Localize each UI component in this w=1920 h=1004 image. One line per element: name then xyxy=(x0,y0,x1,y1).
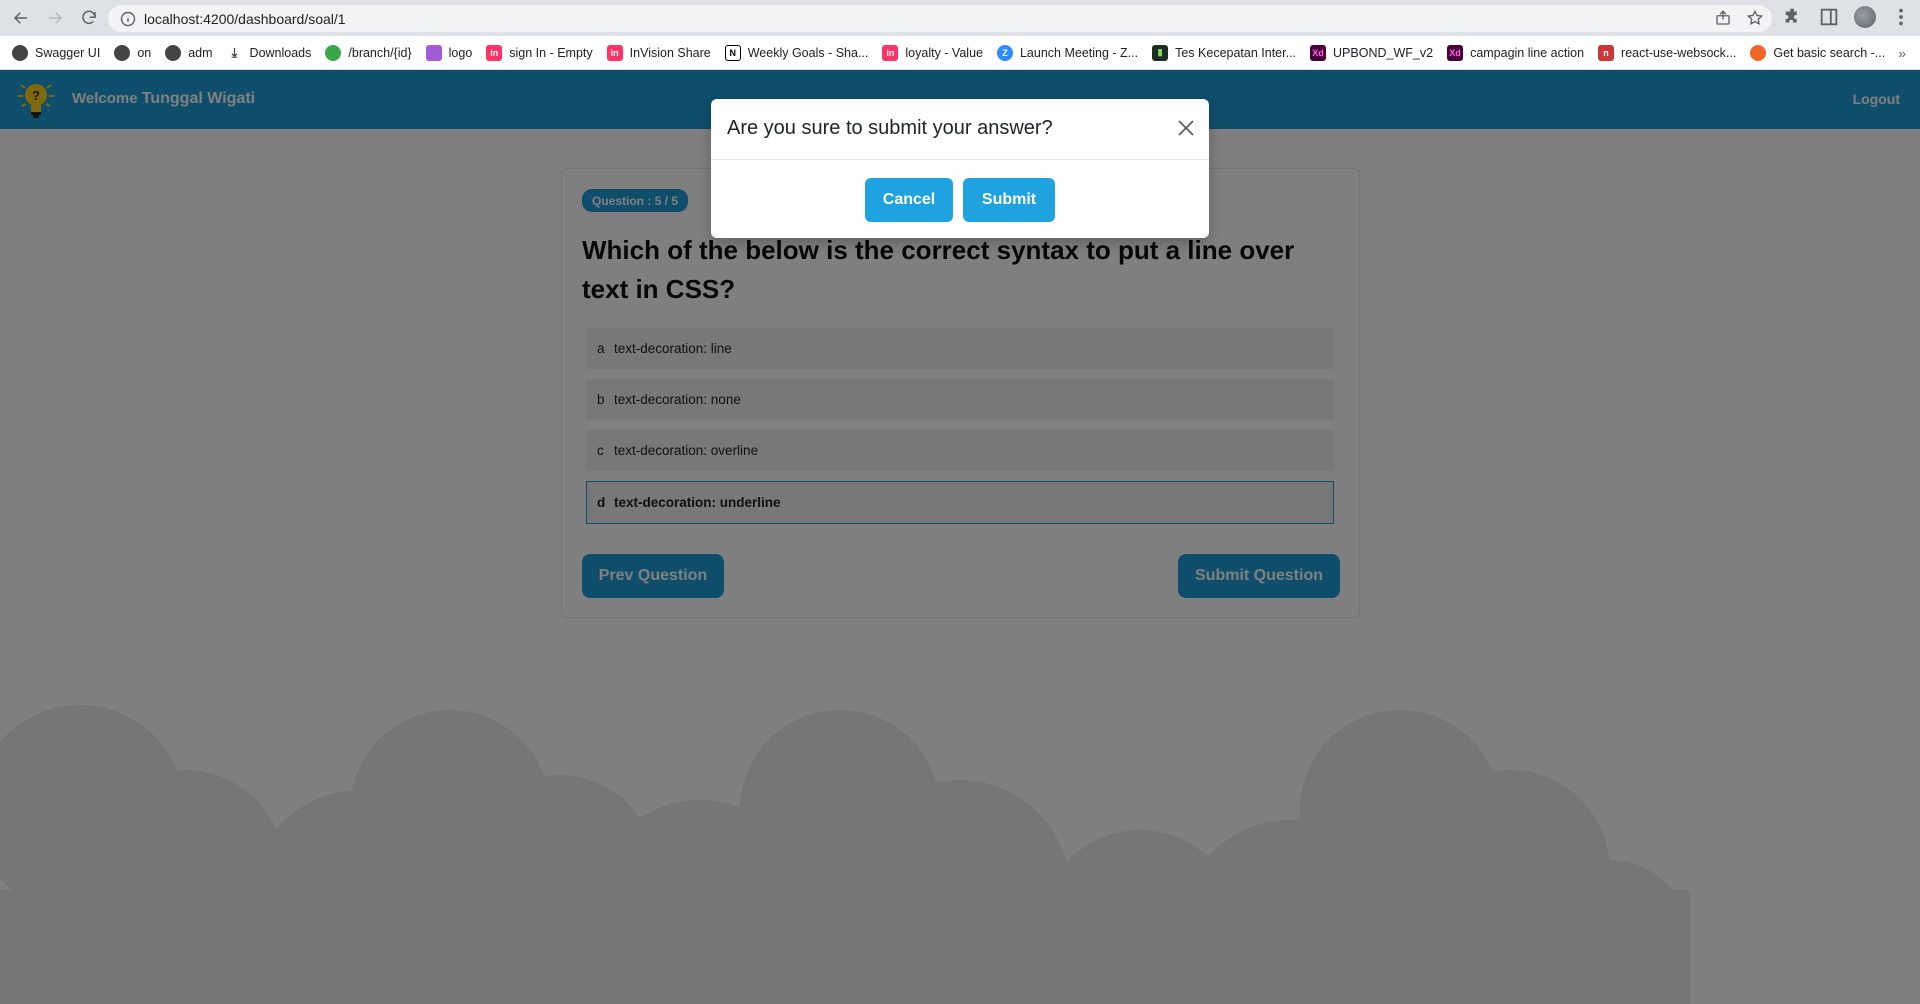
globe-icon xyxy=(12,44,28,61)
bookmark-label: sign In - Empty xyxy=(509,45,593,60)
bookmark-label: logo xyxy=(448,45,473,60)
close-icon[interactable] xyxy=(1177,119,1195,137)
bookmark-item[interactable]: /branch/{id} xyxy=(325,44,412,61)
bookmark-label: Get basic search -... xyxy=(1773,45,1886,60)
purple-bug-icon xyxy=(425,44,442,61)
bookmark-label: Launch Meeting - Z... xyxy=(1019,45,1139,60)
bookmark-label: campagin line action xyxy=(1470,45,1585,60)
bookmark-item[interactable]: on xyxy=(114,44,152,61)
download-icon: ⤓ xyxy=(231,44,238,60)
invision-icon: in xyxy=(606,44,623,61)
bookmark-label: /branch/{id} xyxy=(348,45,412,60)
green-circle-icon xyxy=(325,44,342,61)
bookmark-label: Downloads xyxy=(249,45,312,60)
globe-icon xyxy=(165,44,182,61)
xd-icon: Xd xyxy=(1447,44,1464,61)
bookmark-item[interactable]: in sign In - Empty xyxy=(486,44,593,61)
browser-toolbar: localhost:4200/dashboard/soal/1 xyxy=(0,0,1920,36)
submit-button[interactable]: Submit xyxy=(963,178,1055,222)
bookmark-item[interactable]: Swagger UI xyxy=(12,44,101,61)
share-icon[interactable] xyxy=(1714,9,1732,27)
invision-icon: in xyxy=(882,44,899,61)
bookmark-label: UPBOND_WF_v2 xyxy=(1333,45,1434,60)
bookmark-item[interactable]: in InVision Share xyxy=(606,44,711,61)
bookmark-label: loyalty - Value xyxy=(905,45,983,60)
dialog-title: Are you sure to submit your answer? xyxy=(727,117,1053,139)
bookmark-item[interactable]: Get basic search -... xyxy=(1750,44,1886,61)
bookmark-label: Weekly Goals - Sha... xyxy=(747,45,869,60)
bookmark-item[interactable]: Xd UPBOND_WF_v2 xyxy=(1310,44,1434,61)
bookmark-label: Tes Kecepatan Inter... xyxy=(1175,45,1297,60)
profile-avatar[interactable] xyxy=(1854,6,1876,28)
notion-icon: N xyxy=(724,44,741,61)
bookmark-label: InVision Share xyxy=(629,45,711,60)
bookmark-item[interactable]: Z Launch Meeting - Z... xyxy=(996,44,1139,61)
bookmark-item[interactable]: n react-use-websock... xyxy=(1598,44,1737,61)
bookmark-item[interactable]: ⤓ Downloads xyxy=(227,45,312,61)
invision-icon: in xyxy=(486,44,503,61)
bookmark-item[interactable]: adm xyxy=(165,44,213,61)
side-panel-icon[interactable] xyxy=(1818,6,1840,28)
bookmark-label: on xyxy=(137,45,152,60)
orange-icon xyxy=(1750,44,1767,61)
confirm-submit-dialog: Are you sure to submit your answer? Canc… xyxy=(711,99,1209,238)
bookmark-star-icon[interactable] xyxy=(1746,9,1764,27)
bookmark-item[interactable]: ▮ Tes Kecepatan Inter... xyxy=(1152,44,1297,61)
more-bookmarks-icon[interactable]: » xyxy=(1898,45,1906,61)
extensions-icon[interactable] xyxy=(1782,6,1804,28)
address-bar[interactable]: localhost:4200/dashboard/soal/1 xyxy=(108,5,1772,32)
forward-icon[interactable] xyxy=(38,1,72,35)
bookmarks-bar: Swagger UI on adm ⤓ Downloads /branch/{id… xyxy=(0,36,1920,70)
npm-icon: n xyxy=(1598,44,1615,61)
xd-icon: Xd xyxy=(1310,44,1327,61)
bookmark-item[interactable]: Xd campagin line action xyxy=(1447,44,1585,61)
zoom-icon: Z xyxy=(996,44,1013,61)
cancel-button[interactable]: Cancel xyxy=(865,178,953,222)
bookmark-label: Swagger UI xyxy=(35,45,101,60)
menu-kebab-icon[interactable] xyxy=(1890,6,1912,28)
bookmark-item[interactable]: logo xyxy=(425,44,473,61)
bookmark-item[interactable]: in loyalty - Value xyxy=(882,44,983,61)
bookmark-label: adm xyxy=(188,45,213,60)
dialog-actions: Cancel Submit xyxy=(711,178,1209,222)
back-icon[interactable] xyxy=(4,1,38,35)
dialog-divider xyxy=(711,159,1209,160)
bookmark-label: react-use-websock... xyxy=(1621,45,1737,60)
reload-icon[interactable] xyxy=(72,1,106,35)
info-icon[interactable] xyxy=(120,11,136,27)
speedtest-icon: ▮ xyxy=(1152,44,1169,61)
bookmark-item[interactable]: N Weekly Goals - Sha... xyxy=(724,44,869,61)
url-text[interactable]: localhost:4200/dashboard/soal/1 xyxy=(144,11,346,27)
globe-icon xyxy=(114,44,131,61)
